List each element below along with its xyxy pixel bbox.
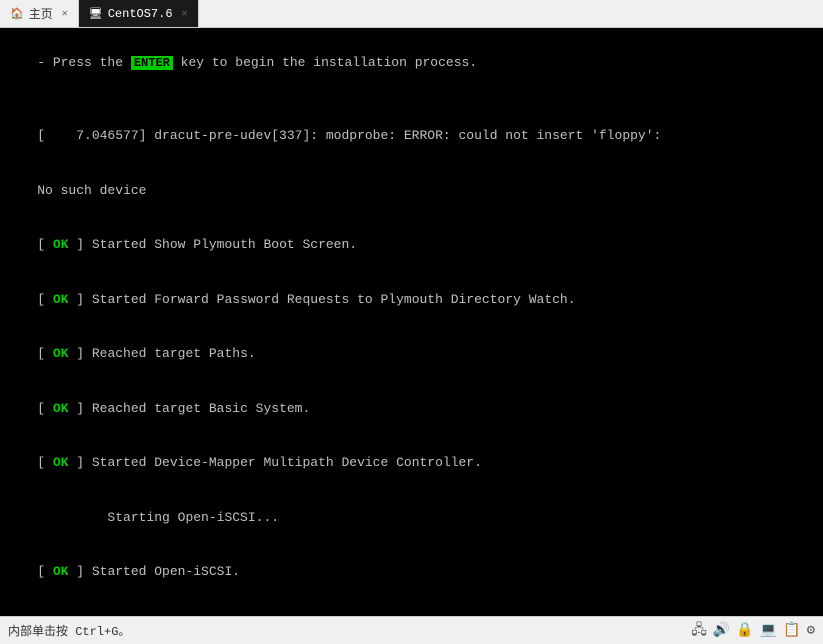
network-icon[interactable]: 🖧 <box>691 619 707 643</box>
display-icon[interactable]: 💻 <box>760 622 777 639</box>
line-starting2: Starting dracut initqueue hook... <box>6 600 817 616</box>
tab-home-label: 主页 <box>29 5 53 22</box>
volume-icon[interactable]: 🔊 <box>713 622 730 639</box>
status-hint: 内部单击按 Ctrl+G。 <box>8 622 130 639</box>
line-ok3: [ OK ] Reached target Paths. <box>6 327 817 382</box>
settings-icon[interactable]: ⚙ <box>807 622 815 639</box>
line-error2: No such device <box>6 163 817 218</box>
line-ok1: [ OK ] Started Show Plymouth Boot Screen… <box>6 218 817 273</box>
line-blank1 <box>6 91 817 109</box>
title-bar: 🏠 主页 ✕ 🖥 CentOS7.6 ✕ <box>0 0 823 28</box>
status-icons: 🖧 🔊 🔒 💻 📋 ⚙ <box>691 619 815 643</box>
line-prompt: - Press the ENTER key to begin the insta… <box>6 36 817 91</box>
status-bar: 内部单击按 Ctrl+G。 🖧 🔊 🔒 💻 📋 ⚙ <box>0 616 823 644</box>
line-error1: [ 7.046577] dracut-pre-udev[337]: modpro… <box>6 109 817 164</box>
line-ok6: [ OK ] Started Open-iSCSI. <box>6 545 817 600</box>
terminal-area[interactable]: - Press the ENTER key to begin the insta… <box>0 28 823 616</box>
tab-centos-close[interactable]: ✕ <box>182 8 188 20</box>
tab-home[interactable]: 🏠 主页 ✕ <box>0 0 79 27</box>
tab-home-close[interactable]: ✕ <box>62 8 68 20</box>
tab-centos[interactable]: 🖥 CentOS7.6 ✕ <box>79 0 199 27</box>
tab-centos-label: CentOS7.6 <box>108 7 173 21</box>
line-ok5: [ OK ] Started Device-Mapper Multipath D… <box>6 436 817 491</box>
home-icon: 🏠 <box>10 7 24 21</box>
line-starting1: Starting Open-iSCSI... <box>6 491 817 546</box>
security-icon[interactable]: 🔒 <box>736 622 753 639</box>
enter-key-highlight: ENTER <box>131 56 173 70</box>
clipboard-icon[interactable]: 📋 <box>783 622 800 639</box>
line-ok4: [ OK ] Reached target Basic System. <box>6 382 817 437</box>
centos-icon: 🖥 <box>89 7 103 21</box>
line-ok2: [ OK ] Started Forward Password Requests… <box>6 272 817 327</box>
